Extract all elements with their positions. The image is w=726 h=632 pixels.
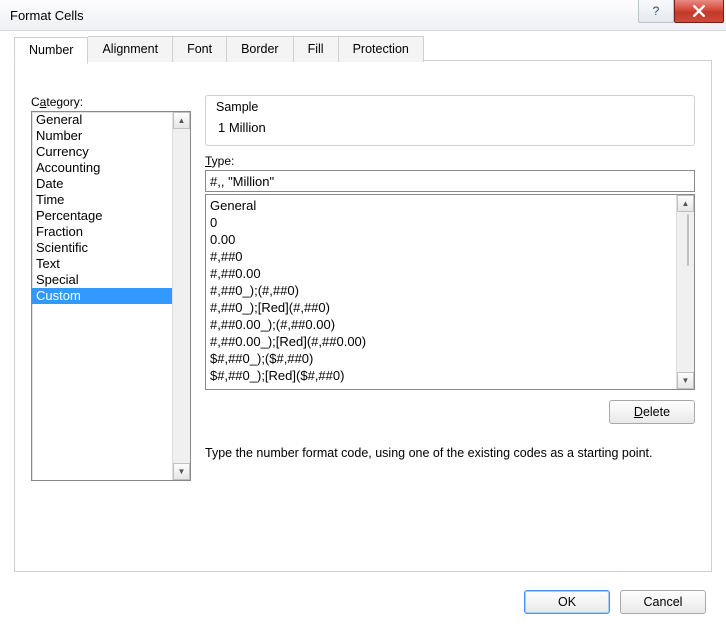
- tab-font[interactable]: Font: [173, 36, 227, 62]
- category-item[interactable]: Scientific: [32, 240, 172, 256]
- type-list-item[interactable]: #,##0.00: [210, 265, 672, 282]
- category-item[interactable]: Time: [32, 192, 172, 208]
- category-item[interactable]: General: [32, 112, 172, 128]
- scroll-up-icon[interactable]: ▲: [173, 112, 190, 129]
- type-list-items: General00.00#,##0#,##0.00#,##0_);(#,##0)…: [206, 195, 676, 389]
- help-icon: ?: [653, 4, 660, 18]
- category-items: GeneralNumberCurrencyAccountingDateTimeP…: [32, 112, 172, 480]
- delete-row: Delete: [205, 400, 695, 424]
- tab-protection[interactable]: Protection: [339, 36, 424, 62]
- category-item[interactable]: Special: [32, 272, 172, 288]
- category-item[interactable]: Fraction: [32, 224, 172, 240]
- category-item[interactable]: Percentage: [32, 208, 172, 224]
- type-list-item[interactable]: 0: [210, 214, 672, 231]
- type-list-item[interactable]: #,##0_);[Red](#,##0): [210, 299, 672, 316]
- details-column: Sample 1 Million Type: General00.00#,##0…: [205, 95, 695, 555]
- sample-value: 1 Million: [216, 120, 684, 135]
- tab-strip: Number Alignment Font Border Fill Protec…: [14, 36, 424, 63]
- category-listbox[interactable]: GeneralNumberCurrencyAccountingDateTimeP…: [31, 111, 191, 481]
- dialog-footer: OK Cancel: [524, 590, 706, 614]
- tab-alignment[interactable]: Alignment: [88, 36, 173, 62]
- type-list-item[interactable]: 0.00: [210, 231, 672, 248]
- type-list-item[interactable]: $#,##0_);($#,##0): [210, 350, 672, 367]
- category-item[interactable]: Date: [32, 176, 172, 192]
- cancel-button[interactable]: Cancel: [620, 590, 706, 614]
- scroll-down-icon[interactable]: ▼: [173, 463, 190, 480]
- titlebar: Format Cells ?: [0, 0, 726, 31]
- type-list-item[interactable]: #,##0.00_);[Red](#,##0.00): [210, 333, 672, 350]
- category-item[interactable]: Text: [32, 256, 172, 272]
- category-item[interactable]: Currency: [32, 144, 172, 160]
- tab-fill[interactable]: Fill: [294, 36, 339, 62]
- category-item[interactable]: Number: [32, 128, 172, 144]
- ok-button[interactable]: OK: [524, 590, 610, 614]
- scroll-up-icon[interactable]: ▲: [677, 195, 694, 212]
- format-cells-dialog: Format Cells ? Number Alignment Font Bor…: [0, 0, 726, 632]
- type-list-item[interactable]: #,##0.00_);(#,##0.00): [210, 316, 672, 333]
- scroll-down-icon[interactable]: ▼: [677, 372, 694, 389]
- delete-button[interactable]: Delete: [609, 400, 695, 424]
- type-listbox[interactable]: General00.00#,##0#,##0.00#,##0_);(#,##0)…: [205, 194, 695, 390]
- body: Category: GeneralNumberCurrencyAccountin…: [31, 95, 695, 555]
- type-list-item[interactable]: #,##0_);(#,##0): [210, 282, 672, 299]
- tab-border[interactable]: Border: [227, 36, 294, 62]
- type-list-item[interactable]: General: [210, 197, 672, 214]
- hint-text: Type the number format code, using one o…: [205, 446, 695, 460]
- category-column: Category: GeneralNumberCurrencyAccountin…: [31, 95, 191, 555]
- category-label: Category:: [31, 95, 191, 109]
- type-list-item[interactable]: #,##0: [210, 248, 672, 265]
- titlebar-buttons: ?: [638, 0, 726, 30]
- scroll-thumb[interactable]: [687, 214, 689, 266]
- sample-group: Sample 1 Million: [205, 95, 695, 146]
- category-item[interactable]: Custom: [32, 288, 172, 304]
- close-icon: [693, 5, 705, 17]
- close-button[interactable]: [674, 0, 724, 23]
- tab-number[interactable]: Number: [14, 37, 88, 64]
- window-title: Format Cells: [10, 8, 84, 23]
- content-frame: Number Alignment Font Border Fill Protec…: [14, 60, 712, 572]
- category-scrollbar[interactable]: ▲ ▼: [172, 112, 190, 480]
- category-item[interactable]: Accounting: [32, 160, 172, 176]
- sample-legend: Sample: [216, 100, 684, 114]
- type-label: Type:: [205, 154, 695, 168]
- help-button[interactable]: ?: [638, 0, 674, 23]
- type-list-item[interactable]: $#,##0_);[Red]($#,##0): [210, 367, 672, 384]
- type-scrollbar[interactable]: ▲ ▼: [676, 195, 694, 389]
- type-input[interactable]: [205, 170, 695, 192]
